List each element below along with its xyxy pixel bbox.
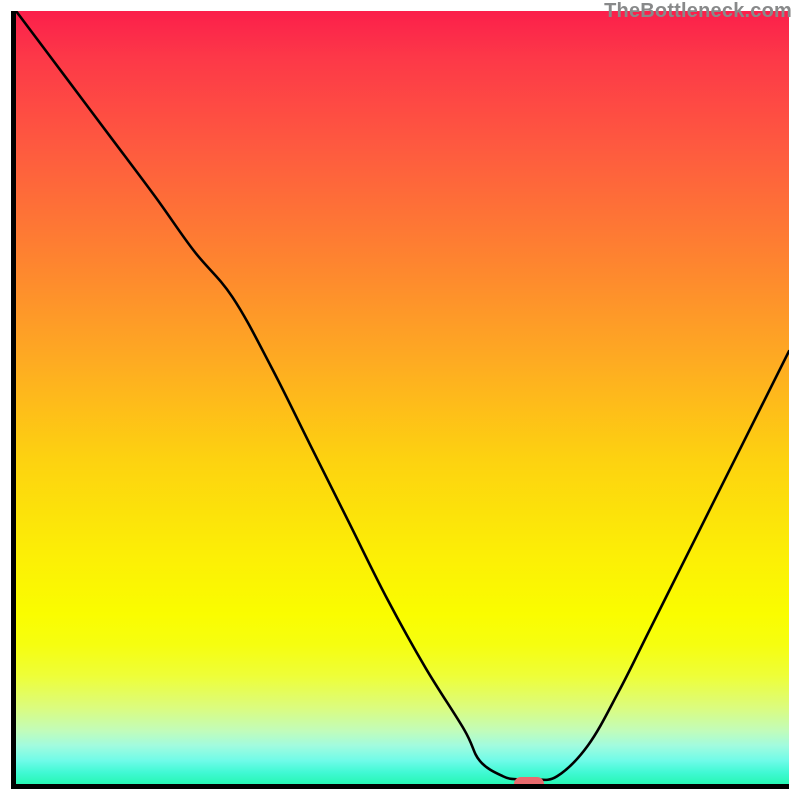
bottleneck-curve-path	[16, 11, 789, 780]
watermark-text: TheBottleneck.com	[604, 0, 792, 23]
optimal-marker	[514, 777, 544, 789]
curve-layer	[16, 11, 789, 784]
plot-area	[11, 11, 789, 789]
bottleneck-chart: TheBottleneck.com	[0, 0, 800, 800]
